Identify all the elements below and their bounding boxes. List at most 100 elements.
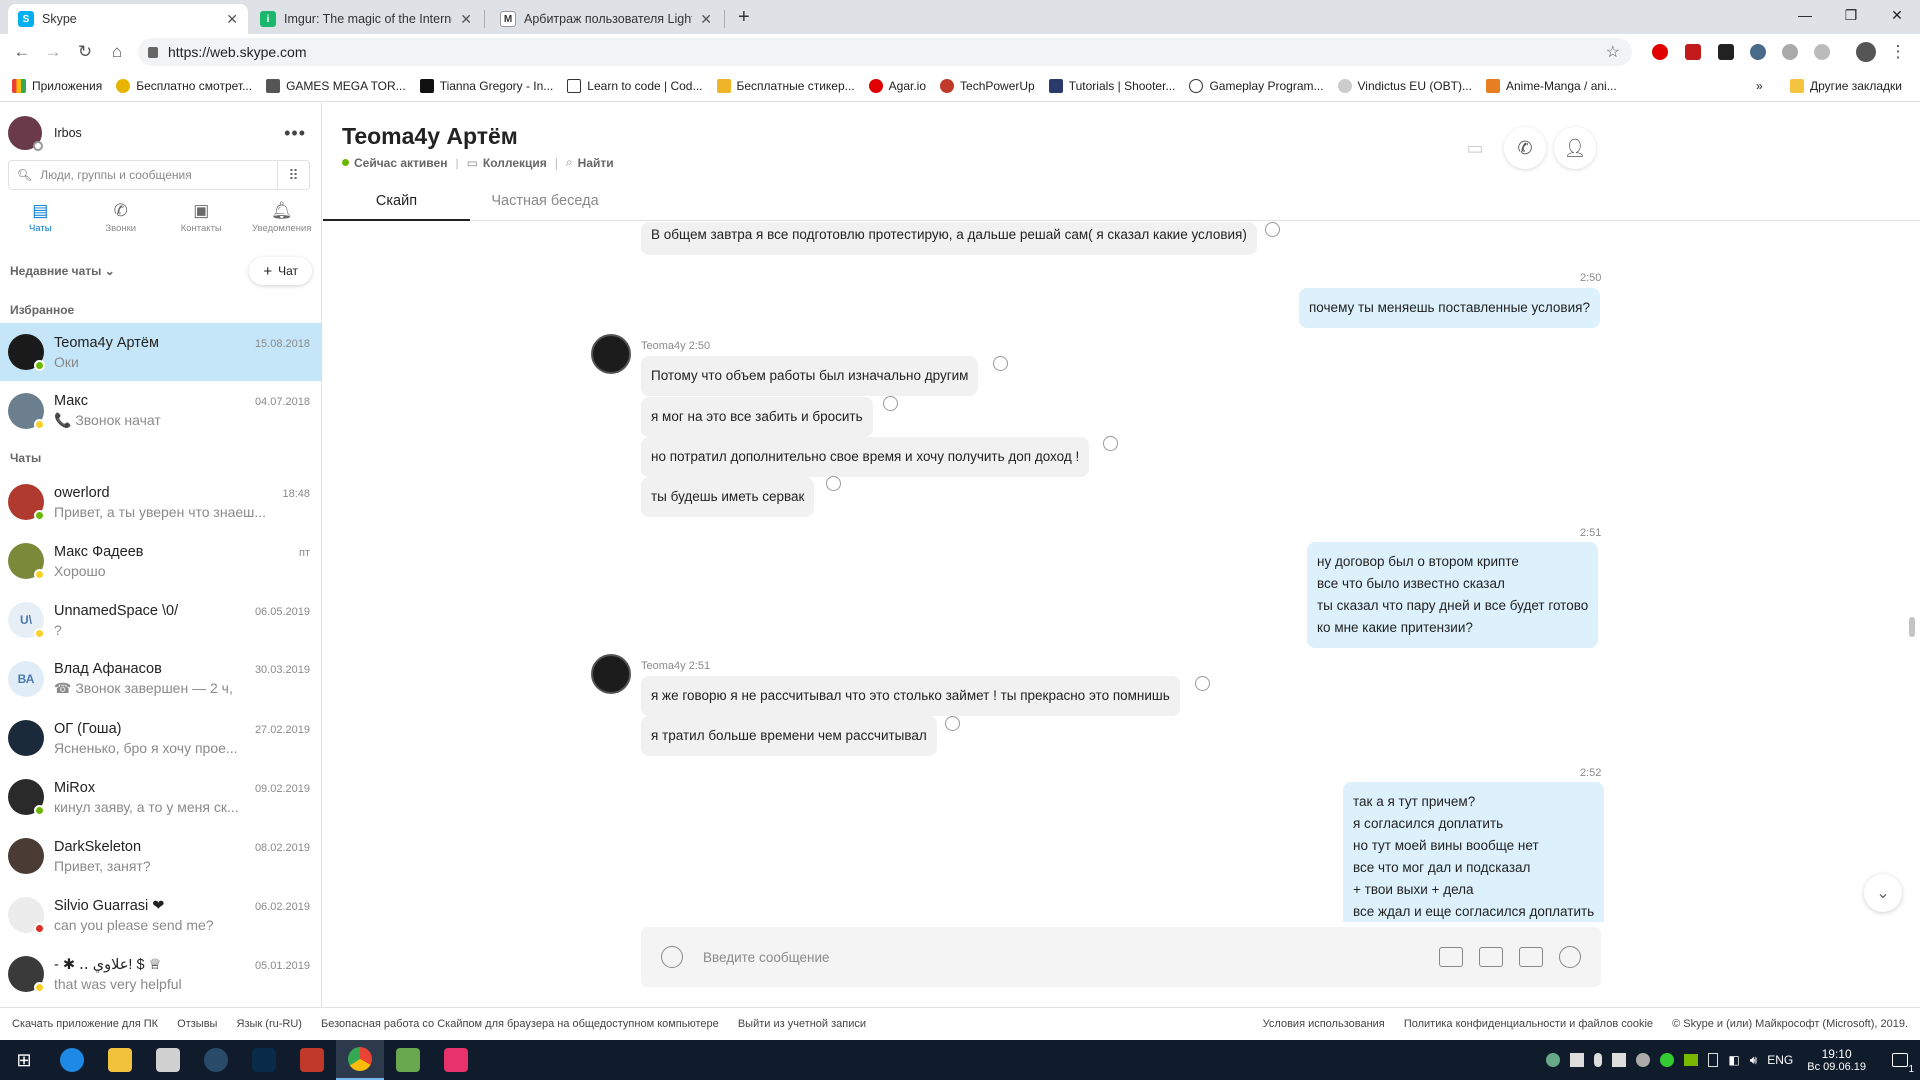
taskbar-app[interactable]: [384, 1040, 432, 1080]
start-button[interactable]: ⊞: [0, 1040, 48, 1080]
input-language[interactable]: ENG: [1767, 1053, 1793, 1067]
emoji-picker-icon[interactable]: [661, 946, 683, 968]
chat-list-item[interactable]: MiRox 09.02.2019 кинул заяву, а то у меня …: [0, 768, 322, 826]
profile-name[interactable]: Irbos: [54, 126, 82, 140]
bookmark-item[interactable]: Learn to code | Cod...: [567, 78, 703, 93]
add-people-icon[interactable]: 👤︎: [1554, 127, 1596, 169]
taskbar-app[interactable]: [192, 1040, 240, 1080]
extension-icon[interactable]: [1718, 44, 1734, 60]
chat-list-item[interactable]: ВА Влад Афанасов 30.03.2019 ☎ Звонок заверш…: [0, 650, 322, 708]
taskbar-app[interactable]: [432, 1040, 480, 1080]
close-tab-icon[interactable]: ✕: [700, 11, 712, 28]
bookmark-item[interactable]: Tianna Gregory - In...: [419, 78, 553, 93]
taskbar-app[interactable]: [48, 1040, 96, 1080]
emoji-react-icon[interactable]: [826, 476, 841, 491]
message-outgoing[interactable]: почему ты меняешь поставленные условия?: [1299, 288, 1600, 328]
taskbar-app[interactable]: [240, 1040, 288, 1080]
send-contact-icon[interactable]: [1479, 947, 1503, 967]
clock[interactable]: 19:10 Вс 09.06.19: [1807, 1047, 1866, 1073]
microphone-icon[interactable]: [1594, 1053, 1603, 1067]
avatar[interactable]: [8, 334, 45, 371]
message-incoming[interactable]: В общем завтра я все подготовлю протести…: [641, 222, 1257, 255]
footer-link[interactable]: Условия использования: [1263, 1018, 1385, 1030]
chat-list-item[interactable]: Макс Фадеев пт Хорошо: [0, 532, 322, 590]
footer-link[interactable]: Безопасная работа со Скайпом для браузер…: [321, 1018, 719, 1030]
message-incoming[interactable]: я мог на это все забить и бросить: [641, 397, 873, 437]
tray-icon[interactable]: [1660, 1053, 1675, 1067]
bookmark-item[interactable]: GAMES MEGA TOR...: [266, 78, 406, 93]
battery-icon[interactable]: [1708, 1053, 1719, 1067]
avatar[interactable]: [8, 393, 45, 430]
bookmark-item[interactable]: Tutorials | Shooter...: [1048, 78, 1175, 93]
emoji-react-icon[interactable]: [993, 356, 1008, 371]
avatar[interactable]: ВА: [8, 661, 44, 697]
adblock-extension-icon[interactable]: [1685, 44, 1701, 60]
extension-icon[interactable]: [1814, 44, 1830, 60]
chat-list-item[interactable]: DarkSkeleton 08.02.2019 Привет, занят?: [0, 827, 322, 885]
avatar[interactable]: [8, 484, 45, 521]
bookmark-item[interactable]: TechPowerUp: [940, 78, 1035, 93]
minimize-icon[interactable]: —: [1782, 0, 1828, 30]
bookmarks-overflow-icon[interactable]: »: [1756, 79, 1763, 93]
avatar[interactable]: [8, 116, 43, 151]
avatar[interactable]: [8, 543, 45, 580]
avatar[interactable]: [8, 838, 44, 874]
tab-notifications[interactable]: 🔔︎ Уведомления: [242, 201, 323, 247]
emoji-react-icon[interactable]: [1103, 436, 1118, 451]
chat-list-item[interactable]: Макс 04.07.2018 📞 Звонок начат: [0, 382, 322, 440]
footer-link[interactable]: Политика конфиденциальности и файлов coo…: [1404, 1018, 1653, 1030]
action-center-icon[interactable]: 1: [1880, 1040, 1920, 1080]
close-tab-icon[interactable]: ✕: [460, 11, 472, 28]
bookmark-apps[interactable]: Приложения: [12, 78, 102, 93]
avatar[interactable]: [8, 956, 45, 993]
new-tab-icon[interactable]: +: [738, 6, 750, 29]
chat-list-item[interactable]: ОГ (Гоша) 27.02.2019 Ясненько, бро я хочу …: [0, 709, 322, 767]
opera-extension-icon[interactable]: [1652, 44, 1668, 60]
message-input[interactable]: Введите сообщение: [703, 950, 1439, 965]
more-media-icon[interactable]: [1519, 947, 1543, 967]
chat-list-item[interactable]: U\ UnnamedSpace \0/06.05.2019?: [0, 591, 322, 649]
audio-call-icon[interactable]: ✆: [1504, 127, 1546, 169]
browser-tab-arbitrage[interactable]: M Арбитраж пользователя LightF ✕: [490, 4, 722, 34]
close-tab-icon[interactable]: ✕: [226, 11, 238, 28]
send-file-icon[interactable]: [1439, 947, 1463, 967]
more-options-icon[interactable]: •••: [284, 123, 306, 144]
contact-avatar[interactable]: [591, 654, 631, 694]
avatar[interactable]: [8, 897, 45, 934]
tray-icon[interactable]: [1612, 1053, 1627, 1067]
new-chat-button[interactable]: + Чат: [249, 257, 312, 285]
scroll-to-bottom-button[interactable]: ⌄: [1864, 874, 1902, 912]
address-bar[interactable]: https://web.skype.com ☆: [138, 38, 1632, 66]
reload-icon[interactable]: ↻: [73, 40, 97, 64]
tab-chats[interactable]: ▤ Чаты: [0, 201, 81, 247]
footer-link[interactable]: Скачать приложение для ПК: [12, 1018, 158, 1030]
chat-title[interactable]: Teoma4y Артём: [342, 123, 518, 150]
bookmark-star-icon[interactable]: ☆: [1606, 42, 1620, 62]
message-outgoing[interactable]: ну договор был о втором крипте все что б…: [1307, 542, 1599, 648]
poll-icon[interactable]: [1559, 946, 1581, 968]
search-input[interactable]: 🔍︎ Люди, группы и сообщения ⠿: [8, 160, 310, 190]
extension-icon[interactable]: [1750, 44, 1766, 60]
home-icon[interactable]: ⌂: [105, 40, 129, 64]
avatar[interactable]: U\: [8, 602, 45, 639]
tab-calls[interactable]: ✆ Звонки: [81, 201, 162, 247]
footer-link[interactable]: Отзывы: [177, 1018, 217, 1030]
taskbar-app-chrome[interactable]: [336, 1040, 384, 1080]
bookmark-item[interactable]: Agar.io: [868, 78, 926, 93]
message-incoming[interactable]: Потому что объем работы был изначально д…: [641, 356, 979, 396]
chat-list-item[interactable]: - ✱ ‥ علاوي! $ ♕ 05.01.2019 that was very …: [0, 945, 322, 1003]
footer-link[interactable]: Выйти из учетной записи: [738, 1018, 866, 1030]
bookmark-item[interactable]: Gameplay Program...: [1189, 78, 1324, 93]
browser-tab-skype[interactable]: S Skype ✕: [8, 4, 248, 34]
tray-icon[interactable]: [1570, 1053, 1585, 1067]
footer-link[interactable]: Язык (ru-RU): [237, 1018, 302, 1030]
forward-icon[interactable]: →: [41, 40, 65, 64]
bookmark-item[interactable]: Бесплатные стикер...: [716, 78, 855, 93]
video-call-icon[interactable]: ▭: [1454, 127, 1496, 169]
dialpad-icon[interactable]: ⠿: [277, 161, 309, 189]
tab-contacts[interactable]: ▣ Контакты: [161, 201, 242, 247]
taskbar-app[interactable]: [96, 1040, 144, 1080]
recent-chats-dropdown[interactable]: Недавние чаты ⌄: [10, 264, 115, 278]
taskbar-app[interactable]: [288, 1040, 336, 1080]
tray-icon[interactable]: [1546, 1053, 1561, 1067]
